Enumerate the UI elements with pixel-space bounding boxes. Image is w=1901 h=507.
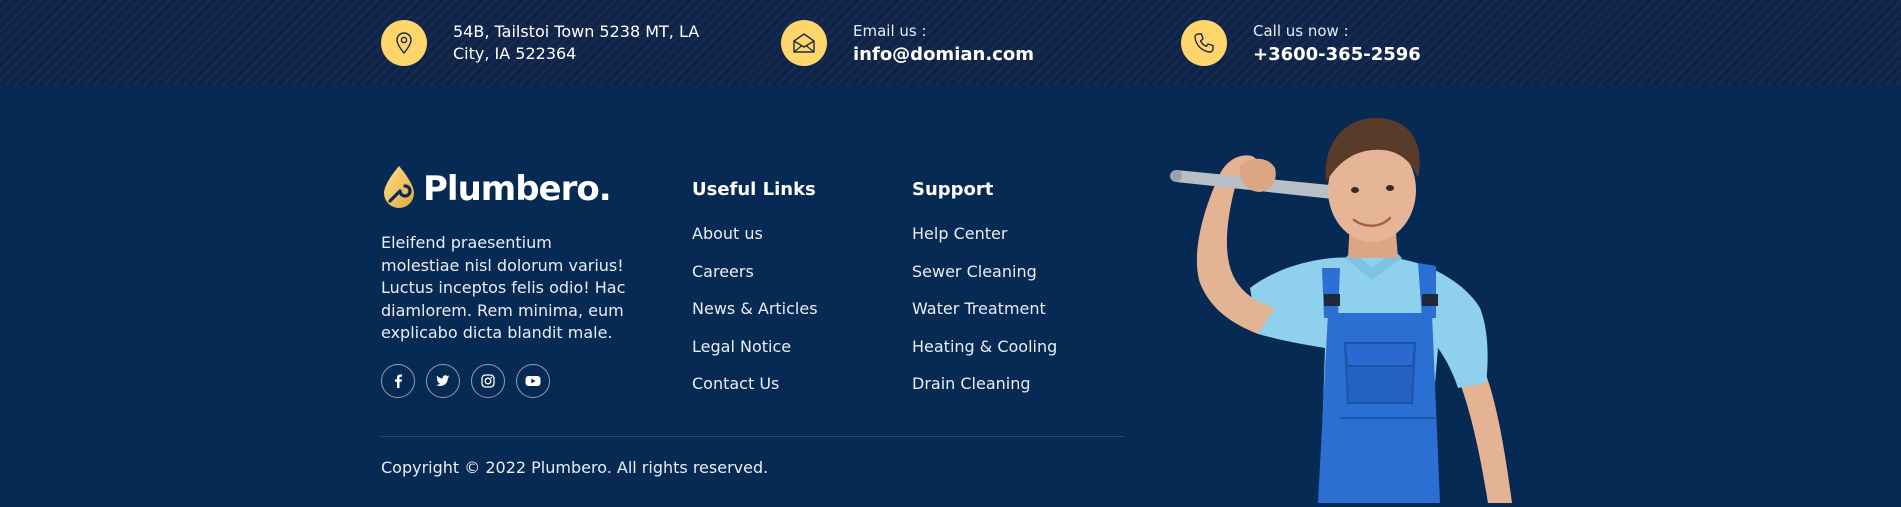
- water-drop-wrench-icon: [381, 165, 417, 213]
- instagram-icon[interactable]: [471, 364, 505, 398]
- copyright-text: Copyright © 2022 Plumbero. All rights re…: [381, 458, 769, 477]
- footer-logo[interactable]: Plumbero.: [381, 165, 612, 213]
- phone-contact: Call us now : +3600-365-2596: [1181, 18, 1421, 68]
- footer-link-water-treatment[interactable]: Water Treatment: [912, 297, 1057, 335]
- email-label: Email us :: [853, 22, 927, 40]
- footer-link-help-center[interactable]: Help Center: [912, 222, 1057, 260]
- twitter-icon[interactable]: [426, 364, 460, 398]
- address-line-2: City, IA 522364: [453, 44, 577, 63]
- email-contact: Email us : info@domian.com: [781, 18, 1034, 68]
- brand-name: Plumbero.: [423, 169, 612, 209]
- footer-link-legal-notice[interactable]: Legal Notice: [692, 335, 818, 373]
- address-contact: 54B, Tailstoi Town 5238 MT, LA City, IA …: [381, 18, 699, 68]
- useful-links-heading: Useful Links: [692, 179, 816, 200]
- footer-link-contact-us[interactable]: Contact Us: [692, 372, 818, 410]
- footer-link-about-us[interactable]: About us: [692, 222, 818, 260]
- footer-link-heating-cooling[interactable]: Heating & Cooling: [912, 335, 1057, 373]
- support-heading: Support: [912, 179, 994, 200]
- footer-link-sewer-cleaning[interactable]: Sewer Cleaning: [912, 260, 1057, 298]
- plumber-image: [1140, 108, 1560, 503]
- footer-divider: [381, 436, 1124, 437]
- useful-links-column: Useful Links About us Careers News & Art…: [692, 178, 818, 410]
- facebook-icon[interactable]: [381, 364, 415, 398]
- phone-link[interactable]: +3600-365-2596: [1253, 44, 1421, 66]
- address-line-1: 54B, Tailstoi Town 5238 MT, LA: [453, 22, 700, 41]
- brand-description: Eleifend praesentium molestiae nisl dolo…: [381, 233, 626, 342]
- social-links: [381, 364, 550, 398]
- phone-icon: [1181, 20, 1227, 66]
- footer-link-news-articles[interactable]: News & Articles: [692, 297, 818, 335]
- phone-label: Call us now :: [1253, 22, 1349, 40]
- youtube-icon[interactable]: [516, 364, 550, 398]
- email-link[interactable]: info@domian.com: [853, 44, 1034, 66]
- contact-bar: 54B, Tailstoi Town 5238 MT, LA City, IA …: [0, 0, 1901, 85]
- footer-link-careers[interactable]: Careers: [692, 260, 818, 298]
- footer-link-drain-cleaning[interactable]: Drain Cleaning: [912, 372, 1057, 410]
- location-pin-icon: [381, 20, 427, 66]
- envelope-icon: [781, 20, 827, 66]
- support-column: Support Help Center Sewer Cleaning Water…: [912, 178, 1057, 410]
